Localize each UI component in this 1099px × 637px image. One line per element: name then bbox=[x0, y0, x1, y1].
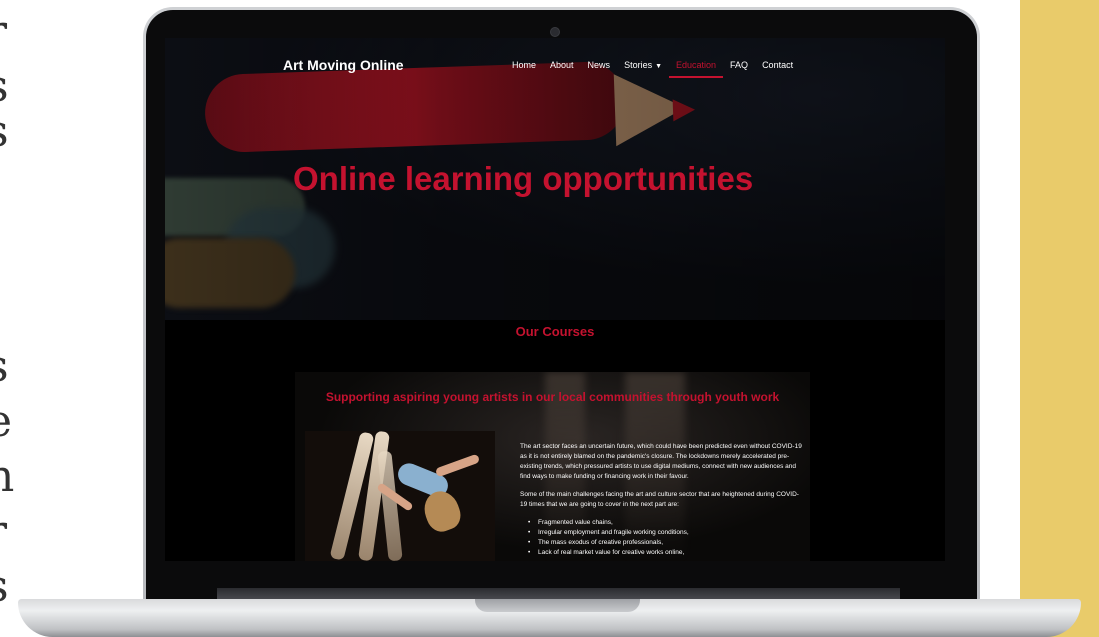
nav-stories[interactable]: Stories ▼ bbox=[617, 60, 669, 78]
nav-about[interactable]: About bbox=[543, 60, 581, 78]
nav-stories-label: Stories bbox=[624, 60, 653, 70]
image-silk bbox=[377, 450, 403, 561]
left-letter: s bbox=[0, 345, 9, 389]
laptop-base-notch bbox=[475, 599, 640, 612]
course-title: Supporting aspiring young artists in our… bbox=[325, 390, 780, 404]
left-edge-text: r s s s e n r s bbox=[0, 0, 30, 637]
left-letter: s bbox=[0, 565, 9, 609]
list-item: The mass exodus of creative professional… bbox=[520, 538, 805, 548]
nav-education[interactable]: Education bbox=[669, 60, 724, 78]
left-letter: s bbox=[0, 65, 9, 109]
nav-faq[interactable]: FAQ bbox=[723, 60, 755, 78]
challenges-list: Fragmented value chains, Irregular emplo… bbox=[520, 518, 805, 558]
main-nav: Home About News Stories ▼ Education FAQ C… bbox=[505, 60, 800, 78]
side-color-panel bbox=[1020, 0, 1099, 637]
site-navbar: Art Moving Online Home About News Storie… bbox=[165, 38, 945, 94]
webcam-icon bbox=[550, 27, 560, 37]
left-letter: r bbox=[0, 10, 7, 54]
course-card: Supporting aspiring young artists in our… bbox=[295, 372, 810, 561]
image-dancer-leg bbox=[434, 453, 481, 478]
course-description: The art sector faces an uncertain future… bbox=[520, 442, 805, 558]
left-letter: n bbox=[0, 451, 15, 502]
course-paragraph: Some of the main challenges facing the a… bbox=[520, 491, 799, 508]
course-paragraph: The art sector faces an uncertain future… bbox=[520, 443, 802, 480]
left-letter: r bbox=[0, 510, 7, 554]
nav-contact[interactable]: Contact bbox=[755, 60, 800, 78]
site-logo[interactable]: Art Moving Online bbox=[283, 57, 404, 73]
laptop-base bbox=[18, 599, 1081, 637]
image-dancer-hair bbox=[419, 486, 465, 536]
page-title: Online learning opportunities bbox=[293, 160, 754, 197]
list-item: Irregular employment and fragile working… bbox=[520, 528, 805, 538]
list-item: Lack of real market value for creative w… bbox=[520, 548, 805, 558]
laptop-screen: Art Moving Online Home About News Storie… bbox=[165, 38, 945, 561]
left-letter: s bbox=[0, 110, 9, 154]
hero-banner: Art Moving Online Home About News Storie… bbox=[165, 38, 945, 320]
section-title: Our Courses bbox=[515, 324, 595, 339]
nav-home[interactable]: Home bbox=[505, 60, 543, 78]
chevron-down-icon: ▼ bbox=[655, 63, 663, 70]
left-letter: e bbox=[0, 400, 12, 444]
course-image-aerial-dancer bbox=[305, 431, 495, 561]
nav-news[interactable]: News bbox=[581, 60, 618, 78]
list-item: Fragmented value chains, bbox=[520, 518, 805, 528]
